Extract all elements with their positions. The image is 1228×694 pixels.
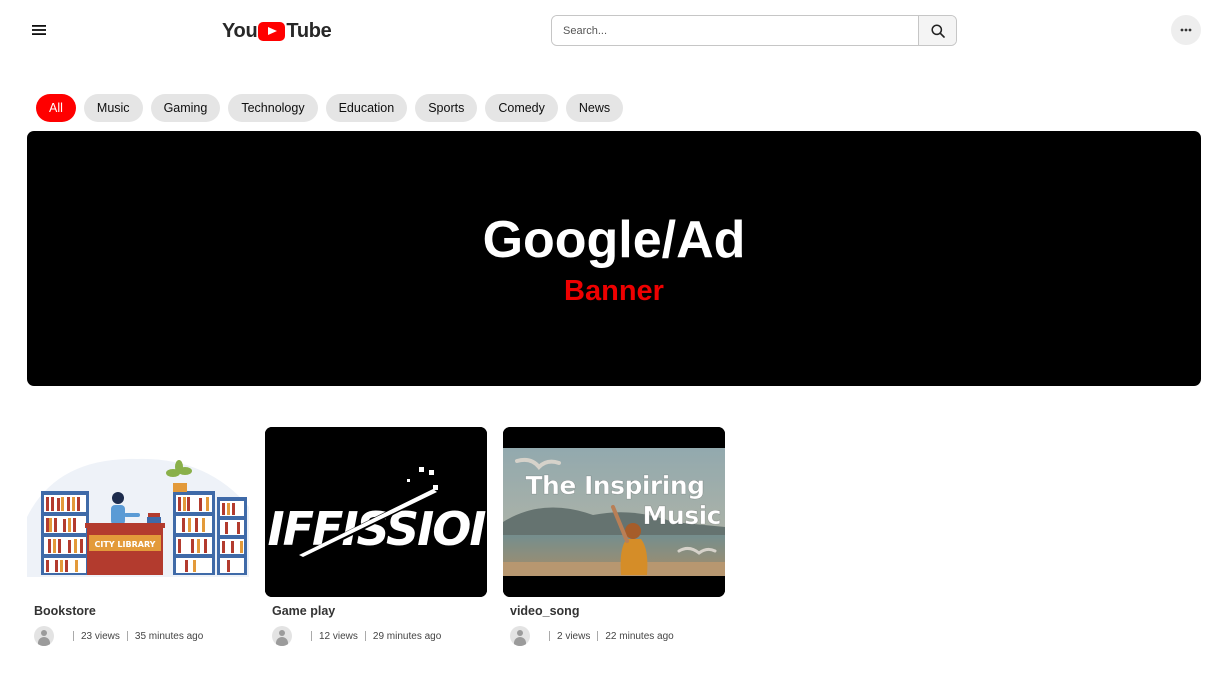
hamburger-menu-button[interactable] xyxy=(24,16,54,44)
meta-divider xyxy=(126,631,128,641)
menu-icon xyxy=(32,25,46,35)
ad-banner[interactable]: Google/Ad Banner xyxy=(27,131,1201,386)
upload-time: 35 minutes ago xyxy=(134,630,204,642)
meta-divider xyxy=(597,631,599,641)
game-logo-text: IFFISSIOI xyxy=(267,502,486,556)
video-meta: 23 views 35 minutes ago xyxy=(34,626,203,646)
banner-subtitle: Banner xyxy=(564,275,664,307)
more-options-button[interactable] xyxy=(1171,15,1201,45)
library-sign-text: CITY LIBRARY xyxy=(95,540,156,549)
play-logo-icon xyxy=(258,21,286,41)
meta-divider xyxy=(549,631,550,641)
video-title[interactable]: Game play xyxy=(272,604,335,618)
upload-time: 29 minutes ago xyxy=(372,630,442,642)
video-card[interactable]: IFFISSIOI Game play 12 views 29 minutes … xyxy=(265,427,487,646)
view-count: 12 views xyxy=(319,630,358,642)
thumb-title-line-2: Music xyxy=(643,501,721,530)
logo-text-left: You xyxy=(222,19,258,42)
meta-divider xyxy=(73,631,74,641)
chip-music[interactable]: Music xyxy=(83,94,143,122)
game-thumbnail-art: IFFISSIOI xyxy=(265,427,487,597)
chip-education[interactable]: Education xyxy=(325,94,408,122)
video-thumbnail-game-play[interactable]: IFFISSIOI xyxy=(265,427,487,597)
search-bar xyxy=(551,15,957,46)
chip-all[interactable]: All xyxy=(36,94,76,122)
channel-avatar[interactable] xyxy=(34,626,54,646)
chip-gaming[interactable]: Gaming xyxy=(150,94,221,122)
youtube-logo[interactable]: You Tube xyxy=(222,17,332,45)
search-icon xyxy=(930,23,945,38)
meta-divider xyxy=(364,631,366,641)
channel-avatar[interactable] xyxy=(510,626,530,646)
video-card[interactable]: CITY LIBRARY Bookstore 23 views 35 minut… xyxy=(27,427,249,646)
chip-comedy[interactable]: Comedy xyxy=(485,94,558,122)
meta-divider xyxy=(311,631,312,641)
video-thumbnail-bookstore[interactable]: CITY LIBRARY xyxy=(27,427,249,597)
video-thumbnail-video-song[interactable]: The Inspiring Music xyxy=(503,427,725,597)
search-input[interactable] xyxy=(552,16,918,45)
library-illustration: CITY LIBRARY xyxy=(27,427,249,597)
chip-technology[interactable]: Technology xyxy=(228,94,318,122)
top-header: You Tube xyxy=(0,0,1228,62)
view-count: 23 views xyxy=(81,630,120,642)
upload-time: 22 minutes ago xyxy=(605,630,674,642)
video-title[interactable]: Bookstore xyxy=(34,604,96,618)
chip-sports[interactable]: Sports xyxy=(415,94,478,122)
video-card[interactable]: The Inspiring Music video_song 2 views 2… xyxy=(503,427,725,646)
category-chips: All Music Gaming Technology Education Sp… xyxy=(36,94,624,122)
more-horizontal-icon xyxy=(1180,28,1192,32)
channel-avatar[interactable] xyxy=(272,626,292,646)
music-thumbnail-art: The Inspiring Music xyxy=(503,427,725,597)
video-meta: 2 views 22 minutes ago xyxy=(510,626,674,646)
banner-title: Google/Ad xyxy=(482,211,746,269)
view-count: 2 views xyxy=(557,630,591,642)
chip-news[interactable]: News xyxy=(565,94,624,122)
logo-text-right: Tube xyxy=(286,19,332,42)
search-button[interactable] xyxy=(918,16,956,45)
thumb-title-line-1: The Inspiring xyxy=(525,471,704,500)
video-meta: 12 views 29 minutes ago xyxy=(272,626,441,646)
video-title[interactable]: video_song xyxy=(510,604,579,618)
